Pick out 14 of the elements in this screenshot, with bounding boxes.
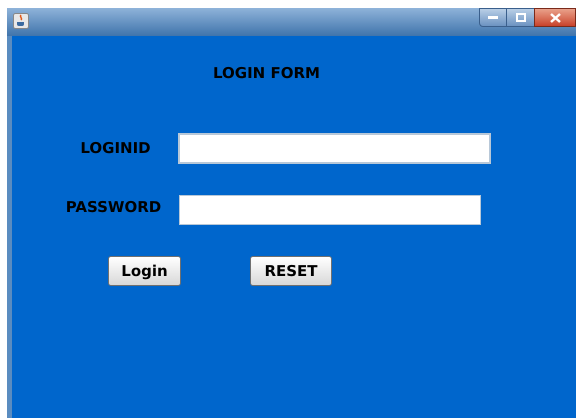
close-icon — [550, 12, 560, 22]
minimize-button[interactable] — [479, 8, 507, 27]
field-label: LOGINID — [79, 138, 152, 159]
java-cup-icon — [13, 13, 29, 29]
input-field[interactable] — [178, 133, 491, 164]
close-button[interactable] — [534, 8, 576, 27]
login-button[interactable]: Login — [108, 256, 181, 286]
reset-button[interactable]: RESET — [250, 256, 332, 286]
maximize-icon — [516, 13, 526, 22]
form-title: LOGIN FORM — [213, 63, 320, 84]
input-field[interactable] — [179, 195, 481, 225]
maximize-button[interactable] — [507, 8, 534, 27]
field-label: PASSWORD — [64, 197, 162, 218]
minimize-icon — [488, 16, 498, 20]
